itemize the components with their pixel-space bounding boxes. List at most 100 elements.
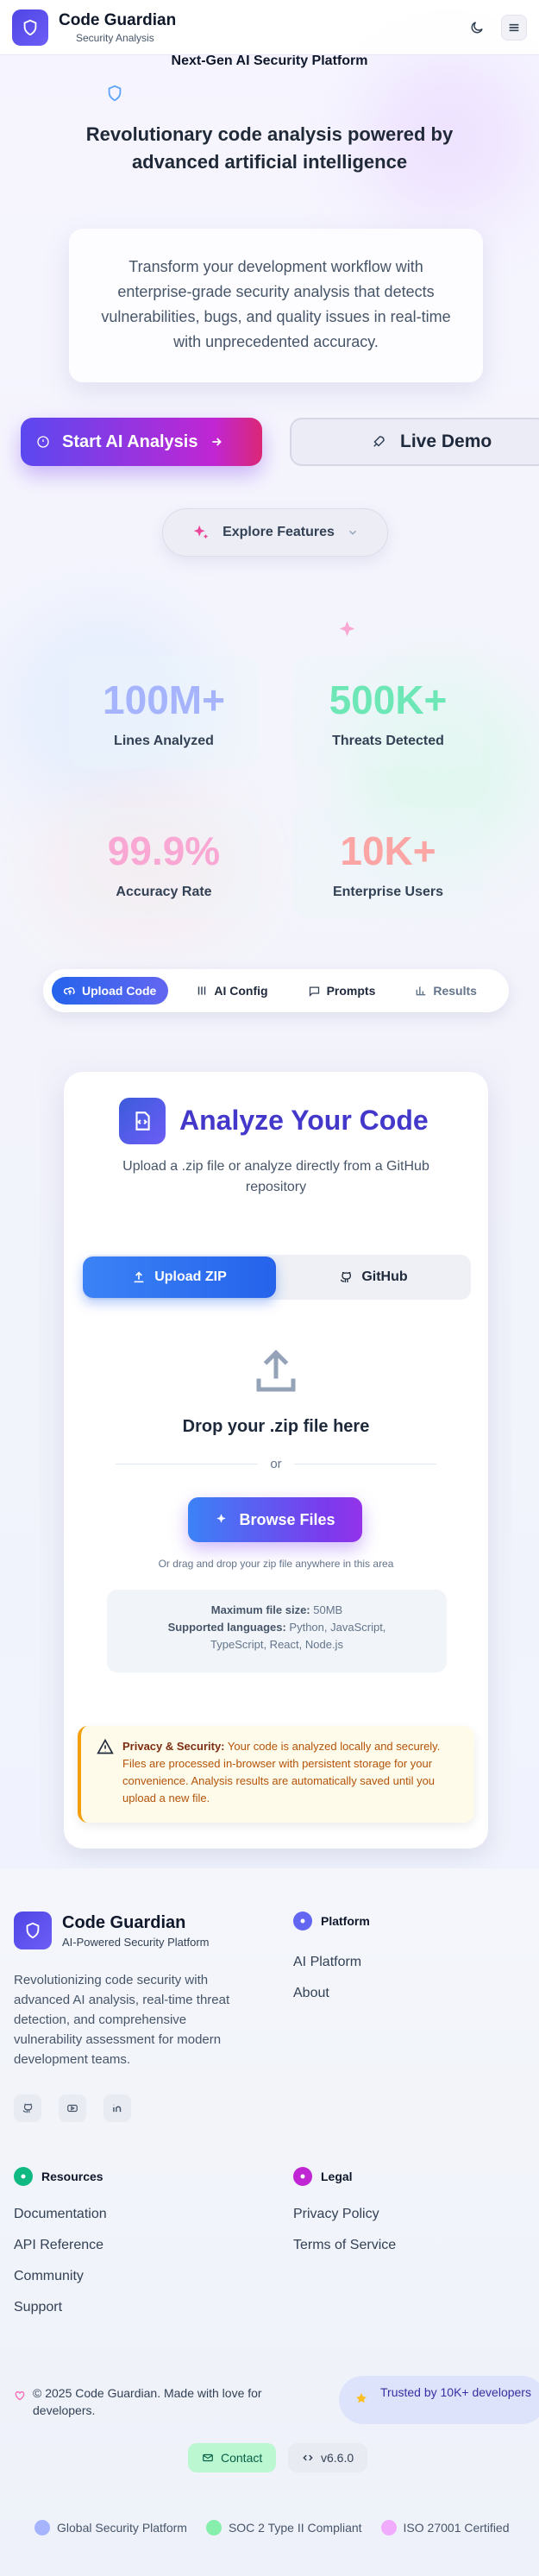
brand: Code Guardian Security Analysis: [59, 11, 176, 44]
drag-hint: Or drag and drop your zip file anywhere …: [158, 1558, 394, 1570]
github-label: GitHub: [361, 1269, 408, 1284]
stat-card: 500K+ Threats Detected: [293, 656, 483, 768]
platform-heading: Platform: [293, 1912, 370, 1930]
github-icon: [341, 1271, 352, 1282]
resources-dot-icon: [14, 2167, 33, 2186]
resources-heading-text: Resources: [41, 2170, 103, 2183]
contact-label: Contact: [221, 2451, 263, 2465]
tab-results[interactable]: Results: [403, 977, 489, 1005]
tab-prompts[interactable]: Prompts: [296, 977, 388, 1005]
max-size-line: Maximum file size: 50MB: [107, 1602, 447, 1619]
tab-label: Results: [433, 984, 477, 998]
upload-zip-label: Upload ZIP: [154, 1269, 227, 1284]
chevron-down-icon: [348, 530, 356, 535]
analyze-title: Analyze Your Code: [179, 1105, 429, 1136]
hero-description: Transform your development workflow with…: [69, 229, 483, 382]
tab-label: Upload Code: [82, 984, 157, 998]
tab-ai-config[interactable]: AI Config: [184, 977, 279, 1005]
stat-card: 10K+ Enterprise Users: [293, 807, 483, 919]
live-demo-button[interactable]: Live Demo: [290, 418, 539, 466]
youtube-icon: [67, 2104, 78, 2113]
award-icon: [380, 2520, 397, 2535]
footer-link-about[interactable]: About: [293, 1986, 329, 2001]
drop-zone-title: Drop your .zip file here: [182, 1417, 370, 1436]
analyze-subtitle: Upload a .zip file or analyze directly f…: [122, 1159, 429, 1194]
sliders-icon: [198, 986, 206, 995]
stat-value: 99.9%: [107, 828, 221, 873]
analyze-icon-box: [119, 1098, 166, 1144]
cpu-icon: [37, 436, 49, 448]
heart-icon: [15, 2390, 25, 2401]
cloud-upload-icon: [64, 986, 75, 995]
footer-link-terms[interactable]: Terms of Service: [293, 2238, 396, 2253]
footer-link-community[interactable]: Community: [14, 2269, 84, 2284]
app-header: Code Guardian Security Analysis: [0, 0, 539, 55]
tab-upload-code[interactable]: Upload Code: [52, 977, 169, 1005]
stat-card: 100M+ Lines Analyzed: [69, 656, 259, 768]
privacy-label: Privacy & Security:: [122, 1740, 225, 1753]
analyze-panel: Analyze Your Code Upload a .zip file or …: [64, 1072, 488, 1849]
moon-icon: [471, 21, 483, 33]
warning-icon: [97, 1738, 114, 1754]
explore-features-button[interactable]: Explore Features: [162, 508, 388, 557]
linkedin-link[interactable]: [103, 2094, 131, 2122]
hero-title: Revolutionary code analysis powered by a…: [85, 123, 454, 173]
badge-soc2: SOC 2 Type II Compliant: [205, 2520, 362, 2535]
stat-value: 10K+: [340, 828, 436, 873]
github-link[interactable]: [14, 2094, 41, 2122]
stat-card: 99.9% Accuracy Rate: [69, 807, 259, 919]
star-icon: [356, 2393, 367, 2403]
legal-dot-icon: [293, 2167, 312, 2186]
linkedin-icon: [113, 2104, 122, 2113]
version-badge: v6.6.0: [288, 2443, 368, 2472]
certification-badges: Global Security Platform SOC 2 Type II C…: [34, 2520, 510, 2535]
globe-icon: [34, 2520, 50, 2535]
page: Code Guardian Security Analysis Next-Gen…: [0, 0, 539, 2576]
platform-dot-icon: [293, 1912, 312, 1930]
file-code-icon: [135, 1112, 150, 1131]
contact-button[interactable]: Contact: [188, 2443, 277, 2472]
stat-label: Accuracy Rate: [116, 885, 212, 899]
badge-label: SOC 2 Type II Compliant: [228, 2521, 362, 2535]
browse-files-button[interactable]: Browse Files: [188, 1497, 362, 1542]
languages-label: Supported languages:: [167, 1621, 286, 1634]
menu-button[interactable]: [501, 14, 527, 41]
file-info-box: Maximum file size: 50MB Supported langua…: [107, 1590, 447, 1672]
footer-link-support[interactable]: Support: [14, 2300, 62, 2315]
tab-label: Prompts: [326, 984, 376, 998]
source-toggle: Upload ZIP GitHub: [83, 1255, 471, 1300]
footer-link-privacy-policy[interactable]: Privacy Policy: [293, 2207, 379, 2222]
start-analysis-button[interactable]: Start AI Analysis: [21, 418, 262, 466]
badge-global-security: Global Security Platform: [34, 2520, 187, 2535]
browse-files-label: Browse Files: [239, 1510, 335, 1528]
sparkles-icon: [339, 620, 355, 637]
start-analysis-label: Start AI Analysis: [62, 431, 198, 451]
version-label: v6.6.0: [321, 2451, 354, 2465]
message-icon: [309, 986, 319, 997]
github-icon: [22, 2103, 33, 2113]
footer-link-ai-platform[interactable]: AI Platform: [293, 1955, 361, 1970]
mail-icon: [203, 2453, 213, 2462]
brand-subtitle: Security Analysis: [76, 31, 154, 44]
trusted-badge: Trusted by 10K+ developers: [339, 2376, 539, 2424]
footer-link-api-reference[interactable]: API Reference: [14, 2238, 103, 2253]
footer: Code Guardian AI-Powered Security Platfo…: [0, 1868, 539, 2576]
footer-link-documentation[interactable]: Documentation: [14, 2207, 107, 2222]
arrow-right-icon: [212, 438, 222, 446]
upload-zip-tab[interactable]: Upload ZIP: [83, 1257, 276, 1298]
sparkles-icon: [193, 525, 209, 539]
stat-label: Lines Analyzed: [114, 734, 214, 748]
footer-subtitle: AI-Powered Security Platform: [62, 1936, 210, 1949]
sparkles-icon: [216, 1514, 227, 1523]
max-size-value: 50MB: [313, 1603, 343, 1616]
theme-toggle-button[interactable]: [465, 16, 489, 40]
bar-chart-icon: [416, 986, 426, 996]
youtube-link[interactable]: [59, 2094, 86, 2122]
stat-label: Enterprise Users: [332, 885, 444, 899]
copyright: © 2025 Code Guardian. Made with love for…: [14, 2384, 307, 2419]
max-size-label: Maximum file size:: [210, 1603, 310, 1616]
tab-label: AI Config: [214, 984, 268, 998]
header-actions: [465, 14, 527, 41]
github-tab[interactable]: GitHub: [276, 1257, 471, 1298]
app-logo[interactable]: [12, 9, 48, 46]
